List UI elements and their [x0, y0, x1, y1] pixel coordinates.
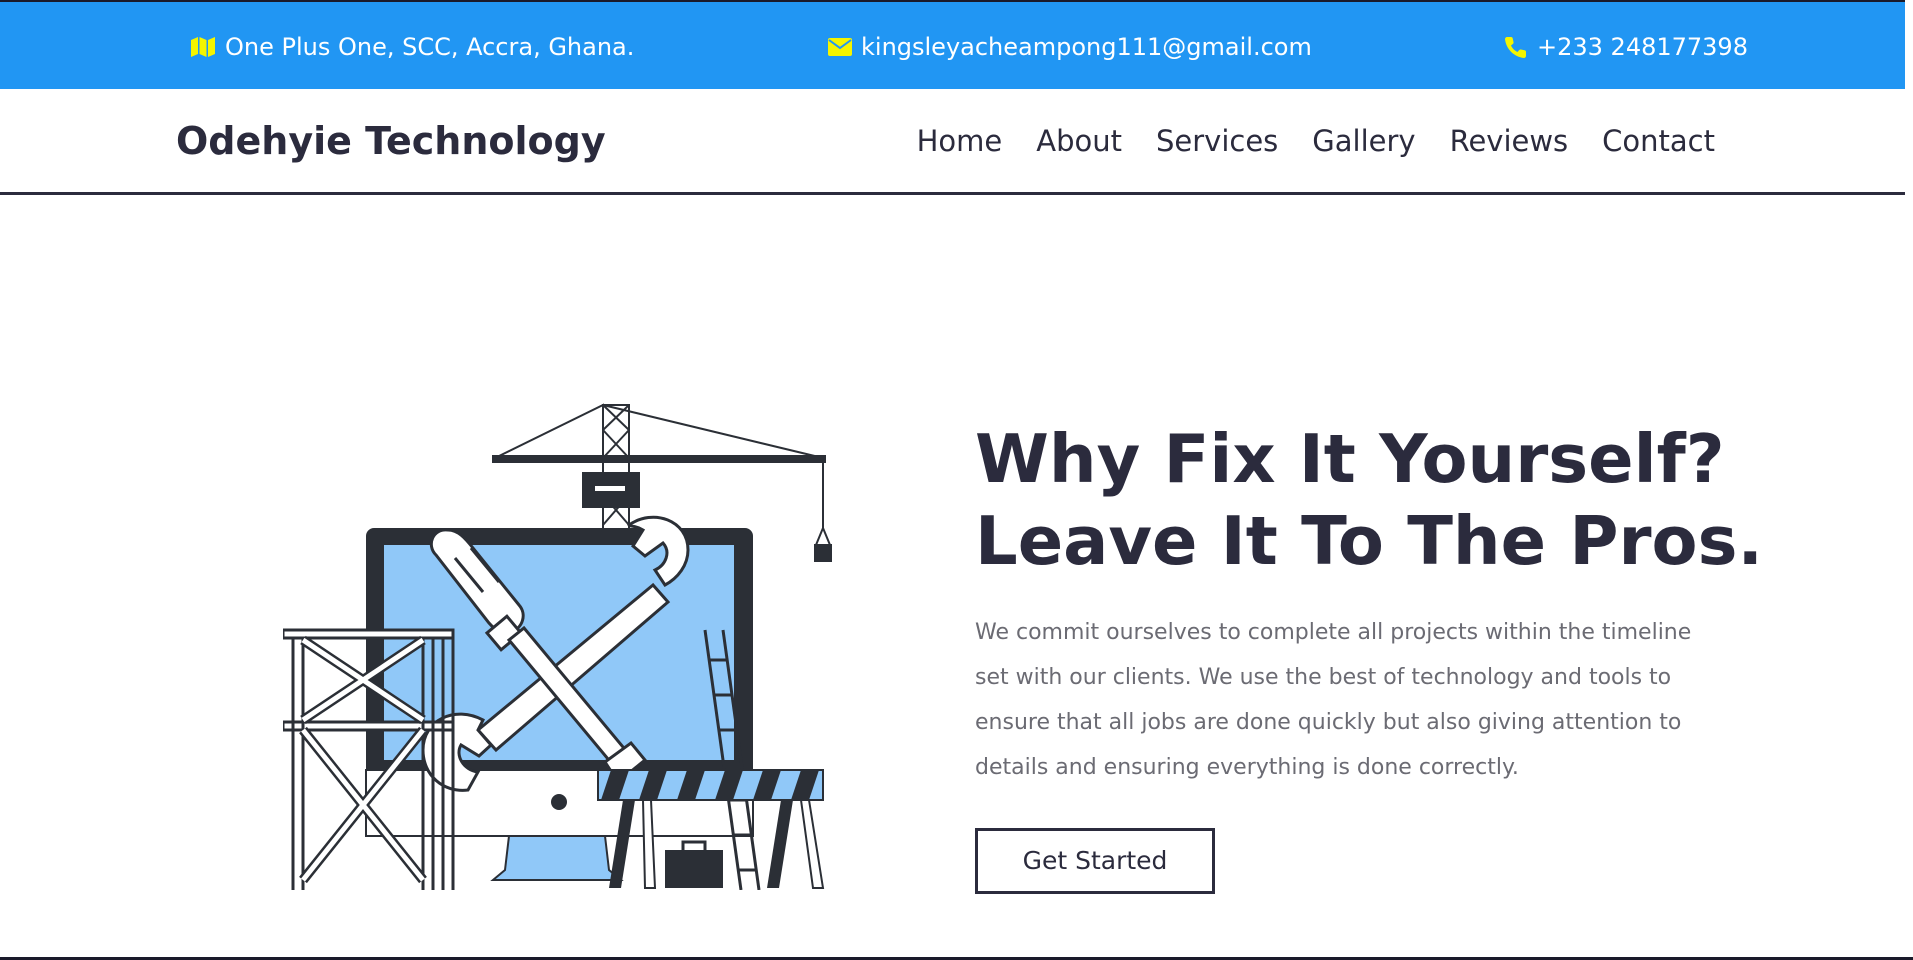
hero-title-line2: Leave It To The Pros.: [975, 502, 1763, 580]
get-started-button[interactable]: Get Started: [975, 828, 1215, 894]
envelope-icon: [828, 37, 852, 56]
nav-gallery[interactable]: Gallery: [1312, 124, 1415, 158]
nav-reviews[interactable]: Reviews: [1450, 124, 1569, 158]
phone-icon: [1504, 35, 1528, 59]
nav-contact[interactable]: Contact: [1602, 124, 1715, 158]
email-info[interactable]: kingsleyacheampong111@gmail.com: [828, 2, 1312, 91]
email-text[interactable]: kingsleyacheampong111@gmail.com: [861, 33, 1312, 61]
repair-illustration-svg: [281, 403, 832, 891]
hero-title-line1: Why Fix It Yourself?: [975, 420, 1725, 498]
top-info-bar: One Plus One, SCC, Accra, Ghana. kingsle…: [0, 0, 1905, 102]
phone-text[interactable]: +233 248177398: [1537, 33, 1748, 61]
repair-illustration: [281, 400, 843, 891]
address-text: One Plus One, SCC, Accra, Ghana.: [225, 32, 635, 61]
phone-info[interactable]: +233 248177398: [1504, 2, 1748, 91]
hero-description: We commit ourselves to complete all proj…: [975, 620, 1692, 780]
nav-services[interactable]: Services: [1156, 124, 1278, 158]
nav-about[interactable]: About: [1036, 124, 1122, 158]
nav-home[interactable]: Home: [917, 124, 1003, 158]
hero-section: Why Fix It Yourself? Leave It To The Pro…: [975, 418, 1763, 894]
address-info: One Plus One, SCC, Accra, Ghana.: [190, 2, 634, 91]
hero-title: Why Fix It Yourself? Leave It To The Pro…: [975, 418, 1763, 582]
map-icon: [190, 36, 216, 58]
brand-logo-text[interactable]: Odehyie Technology: [176, 89, 606, 192]
toolbox-icon: [665, 840, 723, 888]
nav-menu: Home About Services Gallery Reviews Cont…: [917, 89, 1715, 192]
main-navbar: Odehyie Technology Home About Services G…: [0, 89, 1905, 195]
